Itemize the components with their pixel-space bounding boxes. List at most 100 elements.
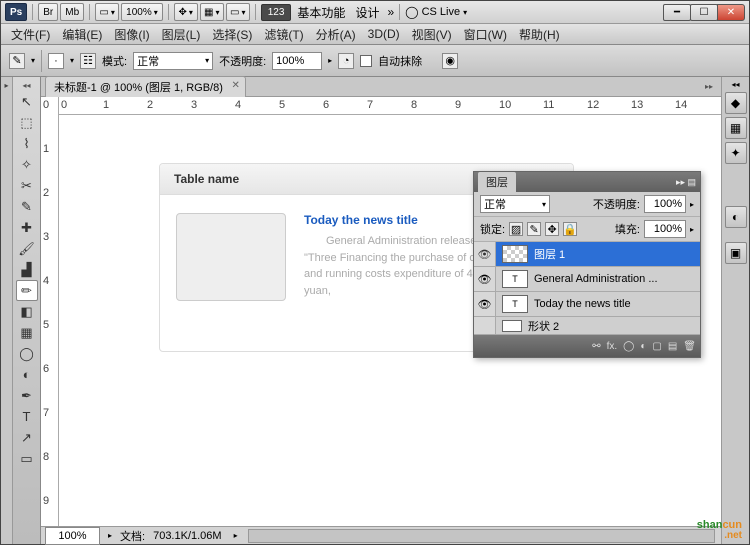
layer-row[interactable]: 👁 T General Administration ... [474,267,700,292]
menu-analysis[interactable]: 分析(A) [310,24,362,45]
horizontal-scrollbar[interactable] [248,529,715,543]
tablet-pressure-icon[interactable]: ◉ [442,53,458,69]
visibility-icon[interactable] [474,317,496,334]
layer-row[interactable]: 👁 图层 1 [474,242,700,267]
menu-view[interactable]: 视图(V) [406,24,458,45]
menu-select[interactable]: 选择(S) [206,24,258,45]
menu-image[interactable]: 图像(I) [108,24,155,45]
layer-fx-icon[interactable]: fx. [607,341,618,352]
link-layers-icon[interactable]: ⚯ [592,341,600,352]
menu-layer[interactable]: 图层(L) [156,24,207,45]
pressure-opacity-icon[interactable]: ◔ [338,53,354,69]
workspace-basic[interactable]: 基本功能 [297,4,345,21]
shape-tool[interactable]: ▭ [16,448,38,469]
type-tool[interactable]: T [16,406,38,427]
visibility-icon[interactable]: 👁 [474,267,496,291]
layer-opacity-input[interactable]: 100% [644,195,686,213]
color-panel-icon[interactable]: ◆ [725,92,747,114]
bridge-button[interactable]: Br [38,3,58,21]
ps-logo-button[interactable]: Ps [5,3,27,21]
cslive-button[interactable]: ◯CS Live▾ [405,5,467,19]
lock-all-icon[interactable]: 🔒 [563,222,577,236]
menu-help[interactable]: 帮助(H) [513,24,566,45]
lasso-tool[interactable]: ⌇ [16,133,38,154]
layer-row[interactable]: 形状 2 [474,317,700,335]
workspace-design[interactable]: 设计 [355,4,379,21]
status-zoom[interactable]: 100% [45,527,100,545]
layer-mask-icon[interactable]: ◯ [623,341,634,352]
path-tool[interactable]: ↗ [16,427,38,448]
tool-preset-icon[interactable]: ✎ [9,53,25,69]
new-layer-icon[interactable]: ▤ [668,341,677,352]
status-doc-value: 703.1K/1.06M [153,530,222,542]
fill-input[interactable]: 100% [644,220,686,238]
minimize-button[interactable]: ━ [663,4,691,21]
styles-panel-icon[interactable]: ✦ [725,142,747,164]
eraser-tool[interactable]: ◧ [16,301,38,322]
swatches-panel-icon[interactable]: ▦ [725,117,747,139]
menu-edit[interactable]: 编辑(E) [56,24,108,45]
menu-window[interactable]: 窗口(W) [458,24,513,45]
lock-pixels-icon[interactable]: ✎ [527,222,541,236]
adjustments-panel-icon[interactable]: ◐ [725,206,747,228]
lock-position-icon[interactable]: ✥ [545,222,559,236]
pen-tool[interactable]: ✒ [16,385,38,406]
blur-tool[interactable]: ◯ [16,343,38,364]
layer-row[interactable]: 👁 T Today the news title [474,292,700,317]
visibility-icon[interactable]: 👁 [474,292,496,316]
pencil-tool[interactable]: ✏ [16,280,38,301]
masks-panel-icon[interactable]: ▣ [725,242,747,264]
dodge-tool[interactable]: ◐ [16,364,38,385]
ruler-horizontal: 0 1 2 3 4 5 6 7 8 9 10 11 12 13 [59,97,721,115]
layer-name[interactable]: Today the news title [534,298,631,310]
arrange-dropdown[interactable]: ▦ [200,3,224,21]
delete-layer-icon[interactable]: 🗑 [683,341,696,352]
layers-panel-header[interactable]: 图层 ▸▸ ▤ [474,172,700,192]
autoerase-checkbox[interactable] [360,55,372,67]
brush-preview[interactable]: · [48,53,64,69]
layer-name[interactable]: 形状 2 [528,318,559,334]
document-tab[interactable]: 未标题-1 @ 100% (图层 1, RGB/8)✕ [45,76,246,97]
menu-filter[interactable]: 滤镜(T) [258,24,309,45]
mode-select[interactable]: 正常▾ [133,52,213,70]
workspace-more[interactable]: » [387,5,394,19]
maximize-button[interactable]: ☐ [690,4,718,21]
menu-file[interactable]: 文件(F) [5,24,56,45]
screenmode2-dropdown[interactable]: ▭ [226,3,250,21]
layer-name[interactable]: 图层 1 [534,246,565,262]
close-button[interactable]: ✕ [717,4,745,21]
opacity-input[interactable]: 100% [272,52,322,70]
gradient-tool[interactable]: ▦ [16,322,38,343]
brush-tool[interactable]: 🖌 [16,238,38,259]
heal-tool[interactable]: ✚ [16,217,38,238]
brush-panel-icon[interactable]: ☷ [80,53,96,69]
visibility-icon[interactable]: 👁 [474,242,496,266]
adjustment-layer-icon[interactable]: ◐ [640,341,646,352]
layer-thumbnail[interactable] [502,245,528,263]
layer-group-icon[interactable]: ▢ [652,341,661,352]
left-collapse-strip[interactable]: ▸ [1,77,13,544]
crop-tool[interactable]: ✂ [16,175,38,196]
tab-close-icon[interactable]: ✕ [231,80,239,91]
layer-name[interactable]: General Administration ... [534,273,658,285]
move-tool[interactable]: ↖ [16,91,38,112]
marquee-tool[interactable]: ⬚ [16,112,38,133]
zoom-dropdown[interactable]: 100% [121,3,163,21]
layer-thumbnail[interactable]: T [502,295,528,313]
tabs-right-arrow[interactable]: ▸▸ [705,82,717,91]
screenmode-dropdown[interactable]: ▭ [95,3,119,21]
wand-tool[interactable]: ✧ [16,154,38,175]
layers-tab[interactable]: 图层 [478,172,516,192]
eyedropper-tool[interactable]: ✎ [16,196,38,217]
layer-thumbnail[interactable] [502,320,522,332]
layer-thumbnail[interactable]: T [502,270,528,288]
lock-transparent-icon[interactable]: ▨ [509,222,523,236]
hand-dropdown[interactable]: ✥ [174,3,198,21]
label-123[interactable]: 123 [261,4,292,21]
minibridge-button[interactable]: Mb [60,3,84,21]
stamp-tool[interactable]: ▟ [16,259,38,280]
dock-collapse-arrow[interactable]: ◂◂ [722,77,749,89]
panel-menu-icon[interactable]: ▸▸ ▤ [676,177,696,188]
blend-mode-select[interactable]: 正常▾ [480,195,550,213]
menu-3d[interactable]: 3D(D) [362,25,406,43]
